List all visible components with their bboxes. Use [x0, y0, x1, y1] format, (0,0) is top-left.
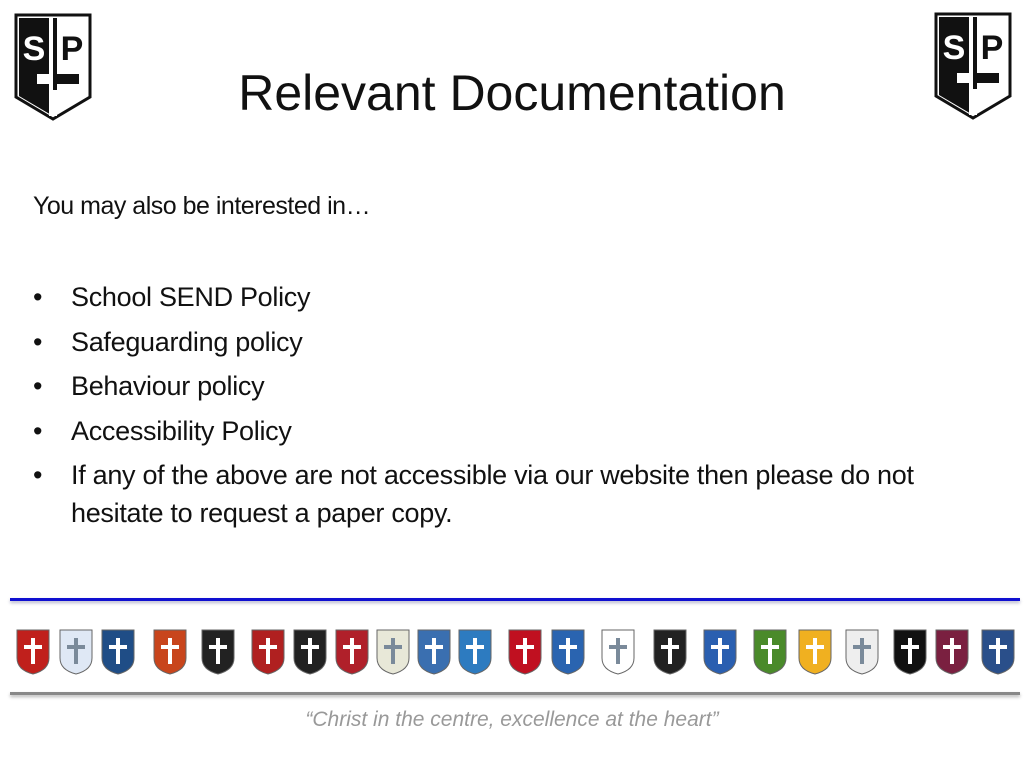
intro-text: You may also be interested in…: [33, 192, 371, 220]
bullet: •: [33, 460, 43, 490]
motto: “Christ in the centre, excellence at the…: [305, 708, 719, 731]
list-item: • Accessibility Policy: [33, 412, 963, 450]
list-item: • Safeguarding policy: [33, 323, 963, 361]
school-badge: [934, 628, 970, 676]
school-badge: [752, 628, 788, 676]
school-badge: [980, 628, 1016, 676]
school-badge: [457, 628, 493, 676]
school-badge: [600, 628, 636, 676]
school-badge: [550, 628, 586, 676]
school-badge: [100, 628, 136, 676]
school-badge: [200, 628, 236, 676]
bullet: •: [33, 282, 43, 312]
school-badges-strip: [0, 620, 1024, 685]
school-badge: [15, 628, 51, 676]
divider-bottom: [10, 692, 1020, 695]
page-title: Relevant Documentation: [238, 65, 786, 121]
school-badge: [844, 628, 880, 676]
school-badge: [58, 628, 94, 676]
school-badge: [250, 628, 286, 676]
bullet: •: [33, 415, 43, 446]
list-item: • If any of the above are not accessible …: [33, 456, 963, 532]
divider-top: [10, 598, 1020, 601]
school-badge: [334, 628, 370, 676]
school-badge: [652, 628, 688, 676]
documentation-list: • School SEND Policy • Safeguarding policy…: [33, 278, 963, 539]
bullet: •: [33, 371, 43, 401]
school-badge: [892, 628, 928, 676]
school-badge: [797, 628, 833, 676]
school-badge: [292, 628, 328, 676]
school-badge: [375, 628, 411, 676]
bullet: •: [33, 326, 43, 357]
list-item: • Behaviour policy: [33, 367, 963, 405]
list-item: • School SEND Policy: [33, 278, 963, 316]
school-badge: [702, 628, 738, 676]
school-badge: [507, 628, 543, 676]
school-badge: [416, 628, 452, 676]
school-badge: [152, 628, 188, 676]
